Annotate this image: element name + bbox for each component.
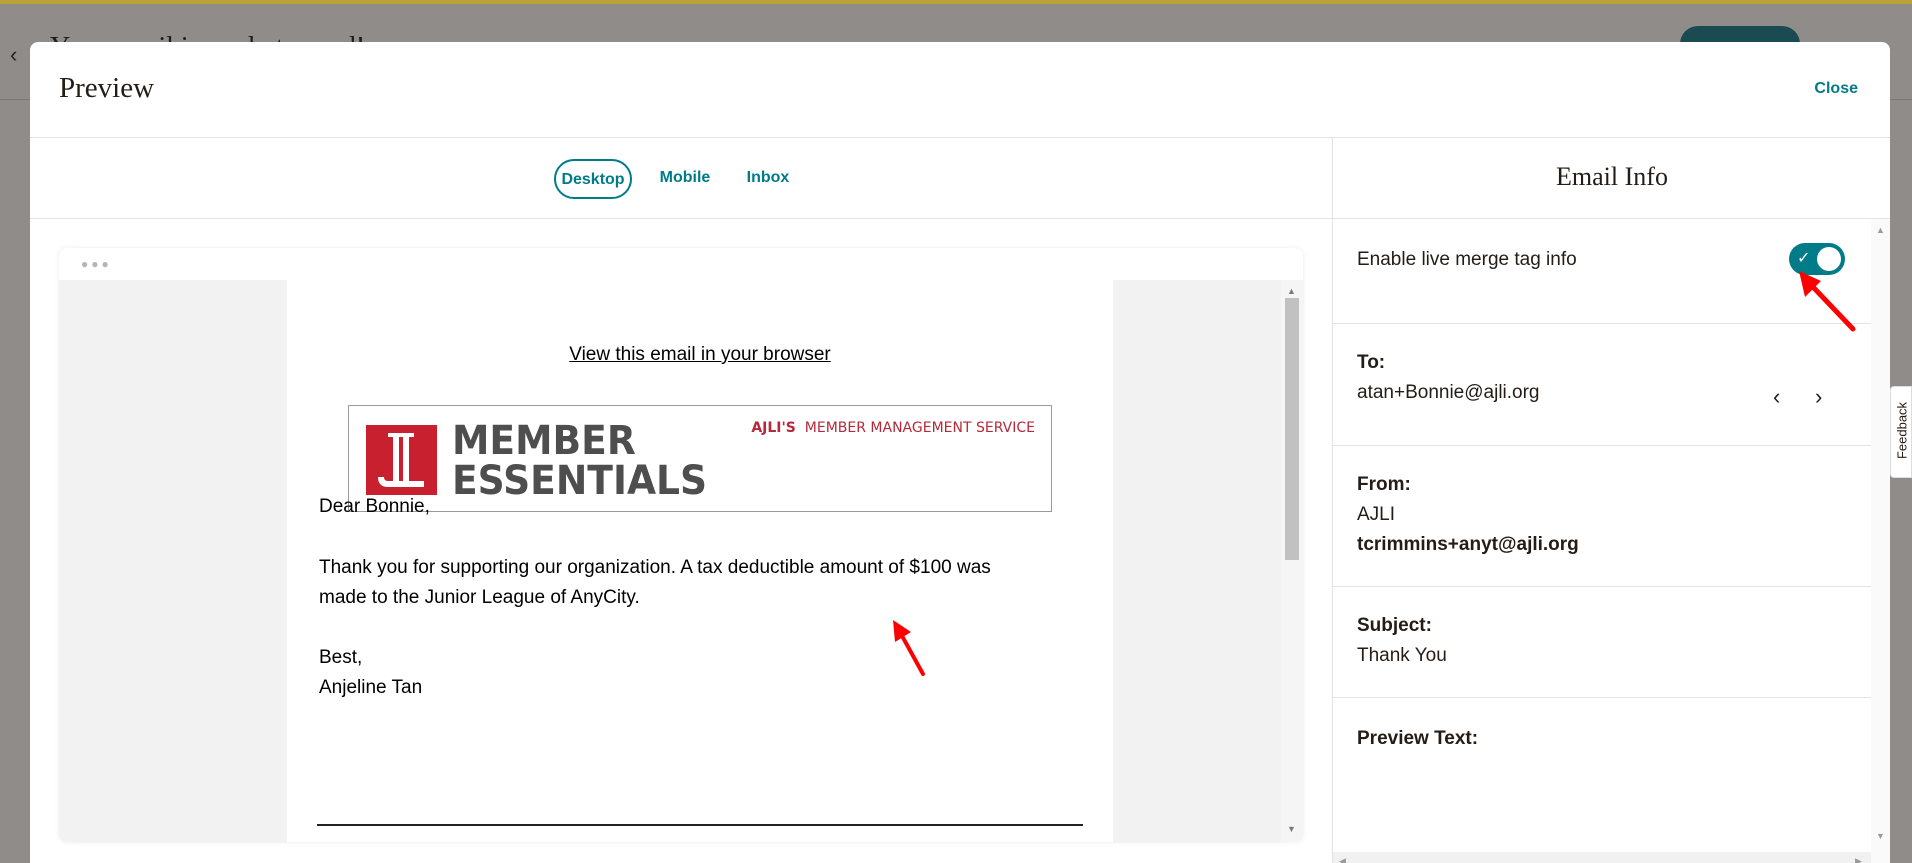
email-info-content: Enable live merge tag info ✓ To: atan+Bo…	[1333, 219, 1871, 863]
scrollbar-thumb[interactable]	[1285, 298, 1299, 560]
to-section: To: atan+Bonnie@ajli.org ‹ ›	[1333, 324, 1871, 446]
email-body-line2: made to the Junior League of AnyCity.	[319, 587, 640, 608]
live-merge-label: Enable live merge tag info	[1357, 249, 1577, 270]
feedback-tab[interactable]: Feedback	[1890, 386, 1912, 478]
tab-desktop[interactable]: Desktop	[554, 159, 632, 199]
preview-area: ●●● View this email in your browser MEMB…	[30, 219, 1332, 863]
tab-mobile[interactable]: Mobile	[650, 159, 720, 199]
modal-title: Preview	[59, 72, 155, 104]
scroll-up-icon[interactable]: ▲	[1287, 286, 1296, 296]
to-label: To:	[1357, 352, 1386, 373]
email-canvas: View this email in your browser MEMBER E…	[59, 280, 1281, 842]
scroll-left-icon[interactable]: ◀	[1339, 856, 1346, 863]
window-dots-icon: ●●●	[81, 257, 112, 271]
preview-modal: Preview Close Desktop Mobile Inbox ●●● V…	[30, 42, 1890, 863]
device-tabs: Desktop Mobile Inbox	[30, 138, 1332, 219]
member-essentials-logo: MEMBER ESSENTIALS AJLI'S MEMBER MANAGEME…	[348, 405, 1052, 512]
scroll-up-icon[interactable]: ▲	[1876, 225, 1885, 235]
email-signoff: Best,	[319, 647, 363, 668]
logo-text-line2: ESSENTIALS	[452, 458, 708, 504]
annotation-arrow-icon	[893, 620, 925, 676]
preview-text-label: Preview Text:	[1357, 728, 1479, 749]
email-info-header: Email Info	[1333, 138, 1890, 219]
subject-label: Subject:	[1357, 615, 1432, 636]
info-vertical-scrollbar[interactable]: ▲ ▼	[1871, 219, 1890, 863]
logo-tagline-bold: AJLI'S	[751, 420, 796, 436]
to-value: atan+Bonnie@ajli.org	[1357, 382, 1540, 403]
email-body: View this email in your browser MEMBER E…	[287, 280, 1113, 842]
preview-pane: Desktop Mobile Inbox ●●● View this email…	[30, 138, 1332, 863]
email-scrollbar[interactable]: ▲ ▼	[1281, 280, 1303, 842]
subject-value: Thank You	[1357, 645, 1447, 666]
close-button[interactable]: Close	[1814, 80, 1858, 98]
browser-toolbar: ●●●	[59, 248, 1303, 280]
next-recipient-icon[interactable]: ›	[1815, 384, 1822, 410]
browser-frame: ●●● View this email in your browser MEMB…	[59, 248, 1303, 842]
view-in-browser-link[interactable]: View this email in your browser	[287, 344, 1113, 366]
logo-tagline: AJLI'S MEMBER MANAGEMENT SERVICE	[751, 420, 1035, 436]
checkmark-icon: ✓	[1797, 250, 1811, 267]
logo-tagline-rest: MEMBER MANAGEMENT SERVICE	[804, 420, 1035, 436]
subject-section: Subject: Thank You	[1333, 587, 1871, 698]
email-signature: Anjeline Tan	[319, 677, 423, 698]
scroll-down-icon[interactable]: ▼	[1876, 831, 1885, 841]
email-info-pane: Email Info Enable live merge tag info ✓ …	[1332, 138, 1890, 863]
back-icon[interactable]: ‹	[10, 42, 17, 68]
preview-text-section: Preview Text:	[1333, 698, 1871, 852]
feedback-label: Feedback	[1894, 401, 1910, 460]
from-section: From: AJLI tcrimmins+anyt@ajli.org	[1333, 446, 1871, 587]
email-info-title: Email Info	[1556, 162, 1668, 191]
email-divider	[317, 824, 1083, 826]
from-name: AJLI	[1357, 504, 1396, 525]
modal-header: Preview Close	[30, 42, 1890, 138]
from-label: From:	[1357, 474, 1411, 495]
scroll-right-icon[interactable]: ▶	[1855, 856, 1862, 863]
tab-inbox[interactable]: Inbox	[738, 159, 798, 199]
junior-league-logo-icon	[366, 425, 437, 495]
email-body-line1: Thank you for supporting our organizatio…	[319, 557, 991, 578]
previous-recipient-icon[interactable]: ‹	[1773, 384, 1780, 410]
live-merge-section: Enable live merge tag info ✓	[1333, 219, 1871, 332]
from-email: tcrimmins+anyt@ajli.org	[1357, 534, 1579, 555]
info-horizontal-scrollbar[interactable]: ◀ ▶	[1333, 852, 1871, 863]
scroll-down-icon[interactable]: ▼	[1287, 824, 1296, 834]
email-greeting: Dear Bonnie,	[319, 496, 430, 517]
